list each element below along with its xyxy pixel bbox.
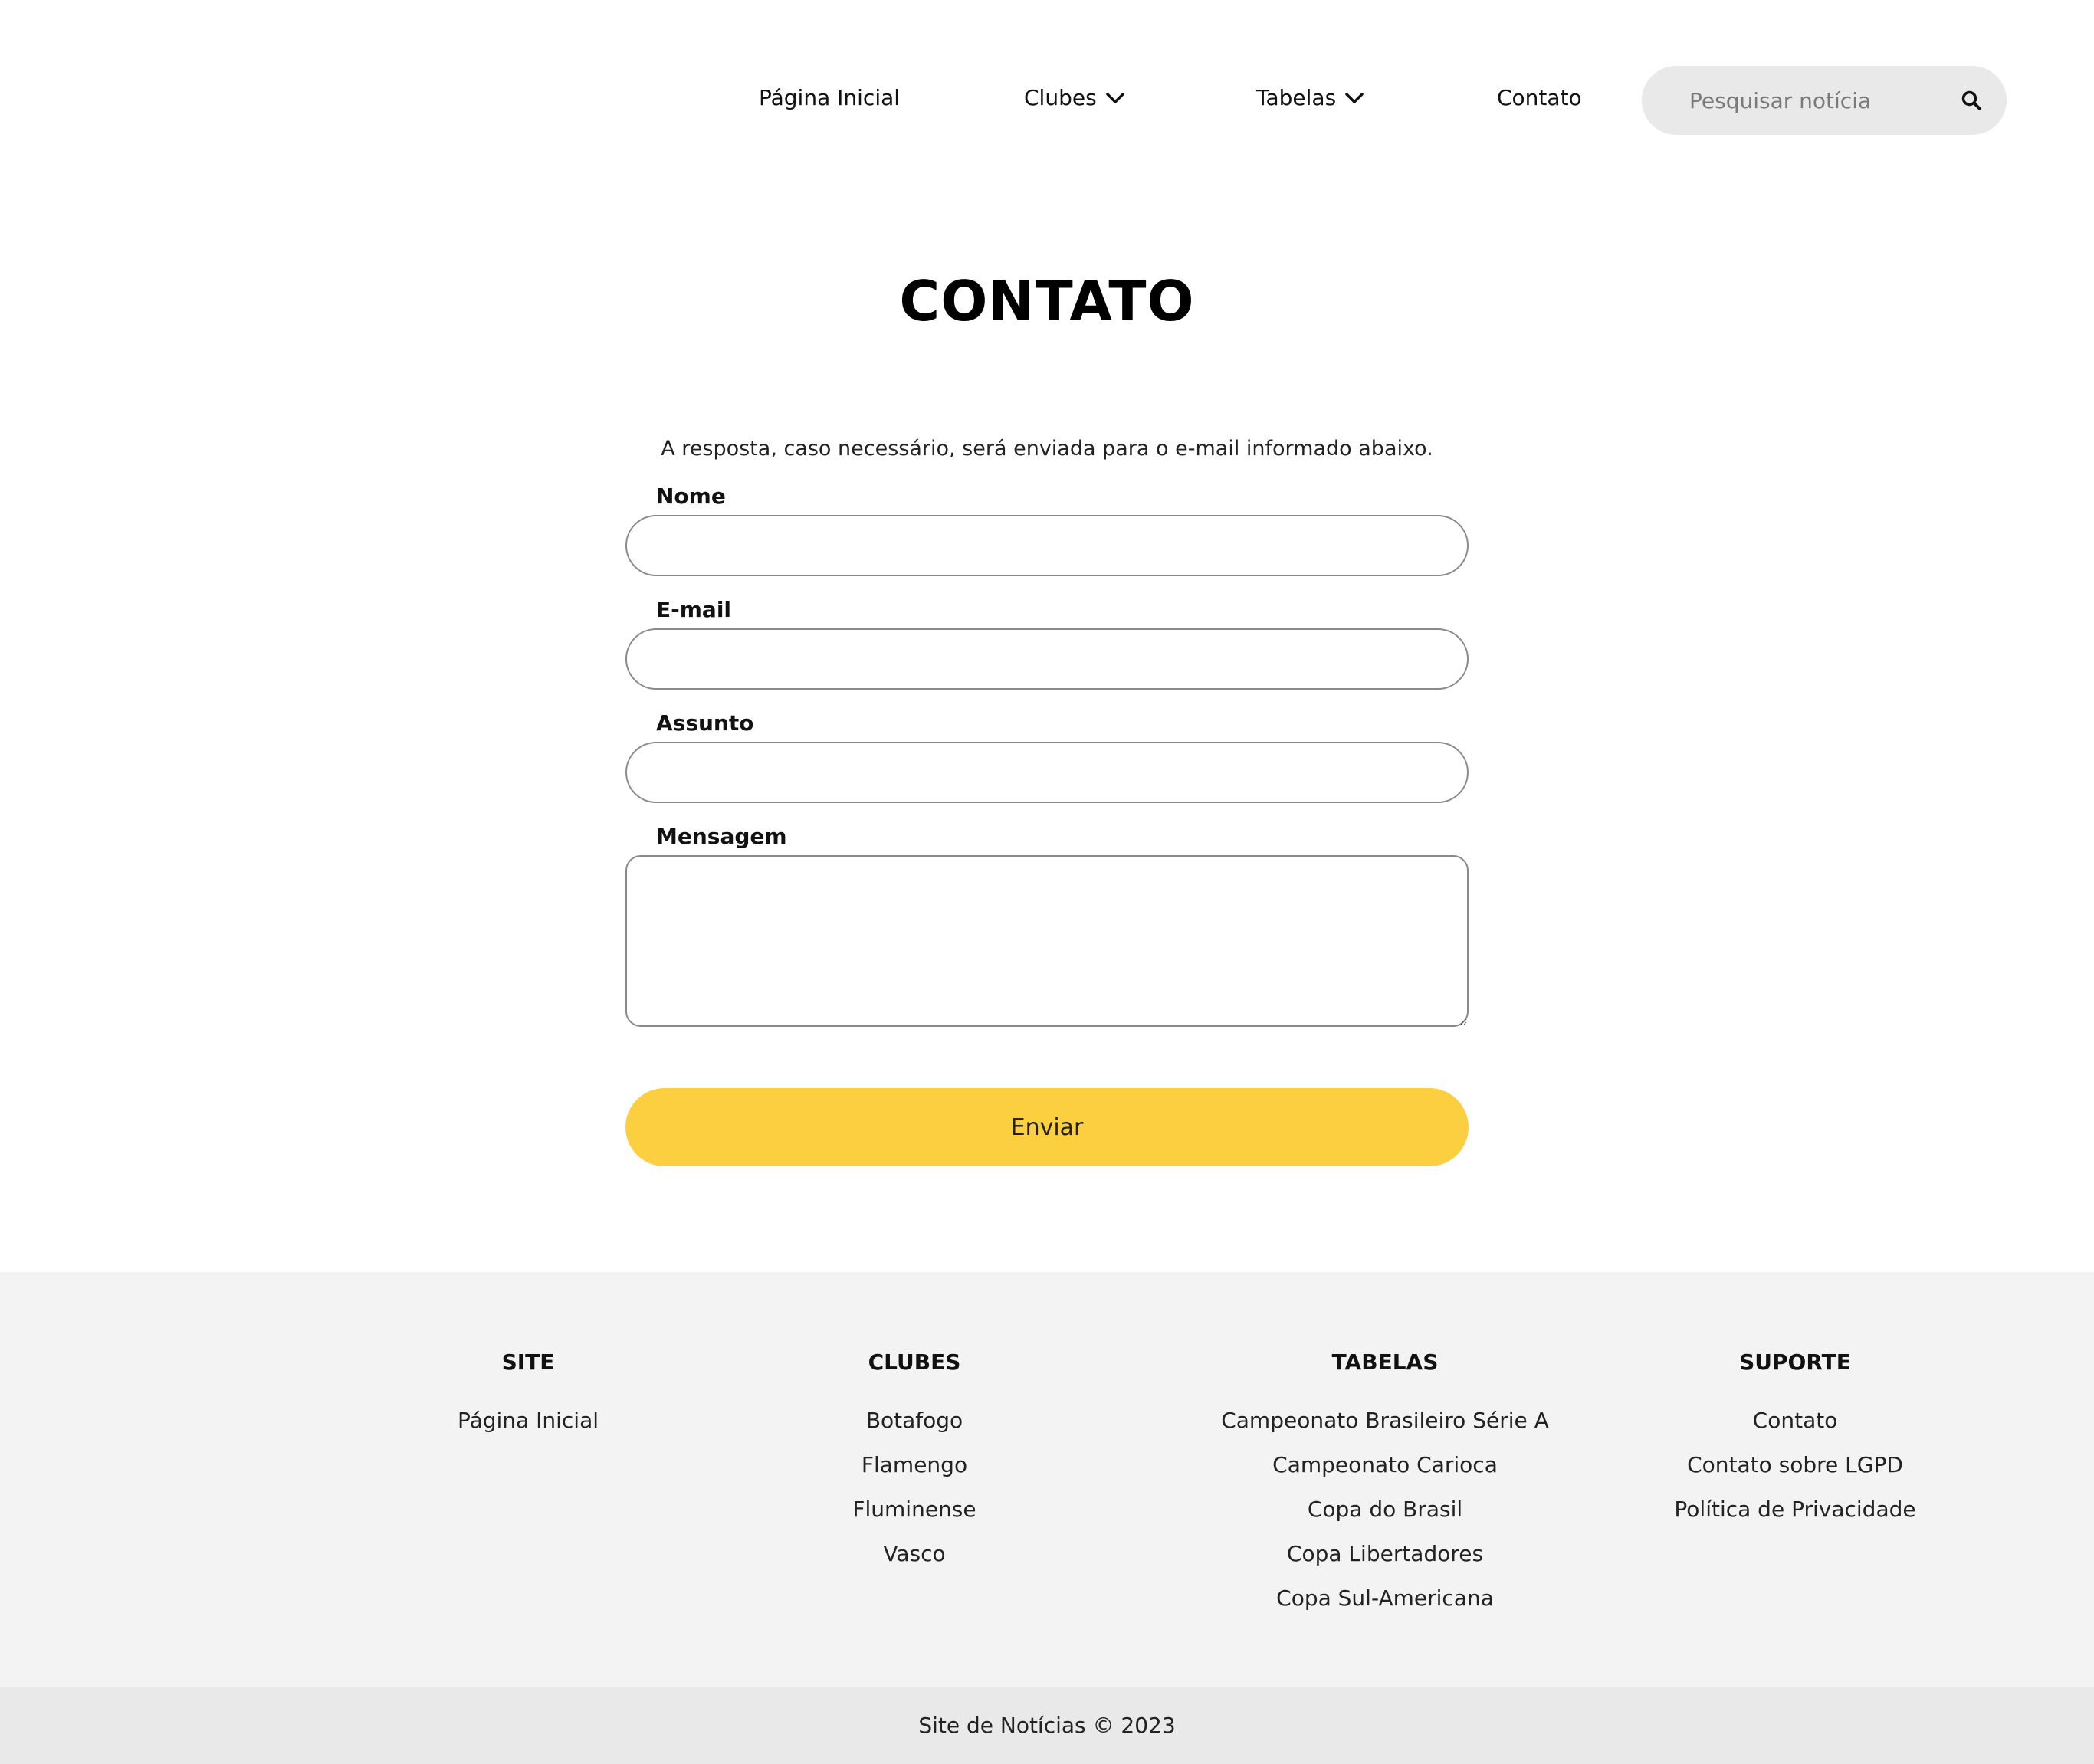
nav-tables-dropdown[interactable]: Tabelas	[1256, 83, 1364, 113]
chevron-down-icon	[1345, 92, 1364, 104]
footer-heading-support: SUPORTE	[1739, 1349, 1851, 1375]
nav-contact-link[interactable]: Contato	[1497, 83, 1582, 113]
message-textarea[interactable]	[625, 855, 1469, 1027]
message-label: Mensagem	[656, 824, 787, 849]
nav-tables-label: Tabelas	[1256, 85, 1337, 110]
footer-link-botafogo[interactable]: Botafogo	[646, 1407, 1183, 1434]
copyright-text: Site de Notícias © 2023	[918, 1713, 1176, 1738]
footer-column-support: SUPORTE Contato Contato sobre LGPD Polít…	[1557, 1349, 2033, 1540]
search-bar	[1642, 66, 2007, 135]
site-footer: SITE Página Inicial CLUBES Botafogo Flam…	[0, 1272, 2094, 1687]
footer-link-privacy[interactable]: Política de Privacidade	[1557, 1496, 2033, 1523]
nav-clubs-label: Clubes	[1024, 85, 1097, 110]
copyright-bar: Site de Notícias © 2023	[0, 1687, 2094, 1764]
footer-link-lgpd[interactable]: Contato sobre LGPD	[1557, 1451, 2033, 1479]
search-icon[interactable]	[1958, 87, 1984, 113]
page-title: CONTATO	[899, 269, 1195, 333]
site-header: Página Inicial Clubes Tabelas Contato	[0, 0, 2094, 199]
footer-link-libertadores[interactable]: Copa Libertadores	[1117, 1540, 1653, 1568]
email-label: E-mail	[656, 597, 732, 622]
footer-link-sul-americana[interactable]: Copa Sul-Americana	[1117, 1585, 1653, 1612]
submit-button[interactable]: Enviar	[625, 1088, 1469, 1166]
name-label: Nome	[656, 484, 726, 509]
footer-link-vasco[interactable]: Vasco	[646, 1540, 1183, 1568]
subject-label: Assunto	[656, 710, 754, 736]
nav-contact-label: Contato	[1497, 85, 1582, 110]
name-field[interactable]	[625, 515, 1469, 576]
footer-heading-clubs: CLUBES	[868, 1349, 961, 1375]
footer-link-contact[interactable]: Contato	[1557, 1407, 2033, 1434]
chevron-down-icon	[1105, 92, 1124, 104]
nav-clubs-dropdown[interactable]: Clubes	[1024, 83, 1124, 113]
footer-column-clubs: CLUBES Botafogo Flamengo Fluminense Vasc…	[646, 1349, 1183, 1585]
subject-field[interactable]	[625, 742, 1469, 803]
nav-home-label: Página Inicial	[759, 85, 901, 110]
search-input[interactable]	[1688, 87, 1958, 114]
email-field[interactable]	[625, 628, 1469, 690]
nav-home-link[interactable]: Página Inicial	[759, 83, 900, 113]
footer-link-fluminense[interactable]: Fluminense	[646, 1496, 1183, 1523]
form-intro-text: A resposta, caso necessário, será enviad…	[661, 437, 1433, 461]
footer-link-flamengo[interactable]: Flamengo	[646, 1451, 1183, 1479]
